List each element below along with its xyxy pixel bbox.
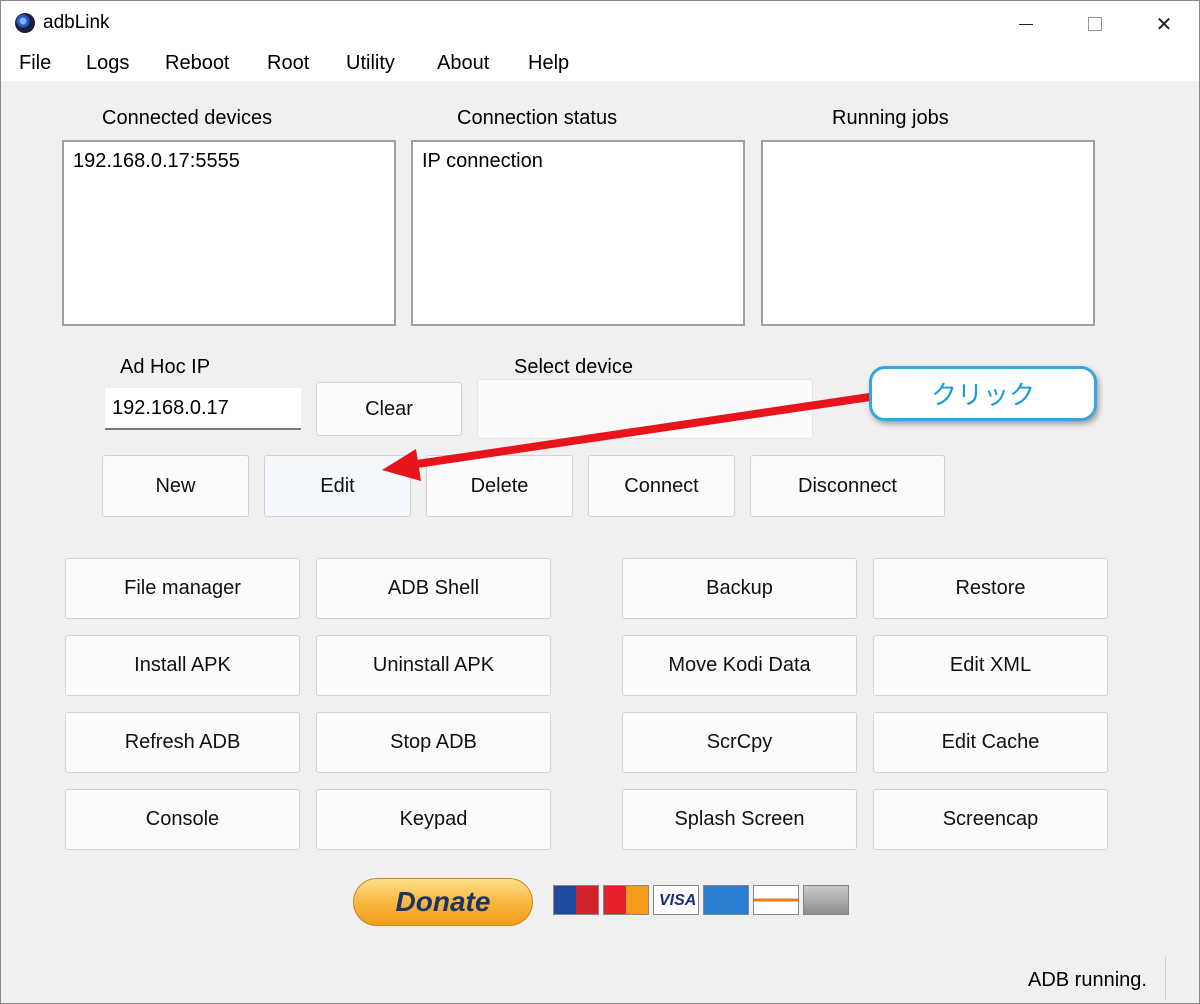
status-separator	[1165, 956, 1166, 1000]
refresh-adb-button[interactable]: Refresh ADB	[65, 712, 300, 773]
console-button[interactable]: Console	[65, 789, 300, 850]
visa-card-icon	[653, 885, 699, 915]
menu-reboot[interactable]: Reboot	[165, 52, 230, 75]
adblink-logo-icon	[15, 13, 35, 33]
edit-cache-button[interactable]: Edit Cache	[873, 712, 1108, 773]
connect-button[interactable]: Connect	[588, 455, 735, 517]
maximize-icon	[1088, 17, 1102, 31]
app-window: adbLink ✕ File Logs Reboot Root Utility …	[0, 0, 1200, 1004]
title-bar: adbLink ✕	[1, 1, 1199, 47]
stop-adb-button[interactable]: Stop ADB	[316, 712, 551, 773]
new-button[interactable]: New	[102, 455, 249, 517]
close-button[interactable]: ✕	[1129, 1, 1199, 47]
adhoc-ip-label: Ad Hoc IP	[120, 356, 211, 378]
minimize-button[interactable]	[991, 1, 1061, 47]
uninstall-apk-button[interactable]: Uninstall APK	[316, 635, 551, 696]
adhoc-ip-input[interactable]	[105, 388, 301, 430]
select-device-label: Select device	[514, 356, 633, 378]
install-apk-button[interactable]: Install APK	[65, 635, 300, 696]
edit-button[interactable]: Edit	[264, 455, 411, 517]
backup-button[interactable]: Backup	[622, 558, 857, 619]
menu-logs[interactable]: Logs	[86, 52, 129, 75]
maestro-card-icon	[553, 885, 599, 915]
disconnect-button[interactable]: Disconnect	[750, 455, 945, 517]
status-text: ADB running.	[1028, 969, 1147, 991]
list-item[interactable]: IP connection	[422, 150, 543, 173]
payment-cards	[553, 885, 849, 917]
scrcpy-button[interactable]: ScrCpy	[622, 712, 857, 773]
discover-card-icon	[753, 885, 799, 915]
connected-devices-list[interactable]: 192.168.0.17:5555	[62, 140, 396, 326]
amex-card-icon	[703, 885, 749, 915]
file-manager-button[interactable]: File manager	[65, 558, 300, 619]
restore-button[interactable]: Restore	[873, 558, 1108, 619]
move-kodi-data-button[interactable]: Move Kodi Data	[622, 635, 857, 696]
menu-bar: File Logs Reboot Root Utility About Help	[1, 47, 1199, 81]
connection-status-list[interactable]: IP connection	[411, 140, 745, 326]
donate-button[interactable]: Donate	[353, 878, 533, 926]
menu-utility[interactable]: Utility	[346, 52, 395, 75]
screencap-button[interactable]: Screencap	[873, 789, 1108, 850]
running-jobs-label: Running jobs	[832, 107, 949, 129]
menu-about[interactable]: About	[437, 52, 489, 75]
splash-screen-button[interactable]: Splash Screen	[622, 789, 857, 850]
maximize-button[interactable]	[1060, 1, 1130, 47]
clear-button[interactable]: Clear	[316, 382, 462, 436]
keypad-button[interactable]: Keypad	[316, 789, 551, 850]
window-title: adbLink	[43, 12, 110, 33]
minimize-icon	[1019, 23, 1033, 25]
close-icon: ✕	[1155, 13, 1173, 36]
select-device-dropdown[interactable]	[477, 379, 813, 439]
running-jobs-list[interactable]	[761, 140, 1095, 326]
connected-devices-label: Connected devices	[102, 107, 273, 129]
menu-help[interactable]: Help	[528, 52, 569, 75]
adb-shell-button[interactable]: ADB Shell	[316, 558, 551, 619]
dropdown-arrow-icon	[792, 406, 798, 409]
click-callout: クリック	[869, 366, 1097, 421]
mastercard-card-icon	[603, 885, 649, 915]
bank-card-icon	[803, 885, 849, 915]
menu-root[interactable]: Root	[267, 52, 309, 75]
edit-xml-button[interactable]: Edit XML	[873, 635, 1108, 696]
menu-file[interactable]: File	[19, 52, 51, 75]
connection-status-label: Connection status	[457, 107, 618, 129]
list-item[interactable]: 192.168.0.17:5555	[73, 150, 240, 173]
delete-button[interactable]: Delete	[426, 455, 573, 517]
